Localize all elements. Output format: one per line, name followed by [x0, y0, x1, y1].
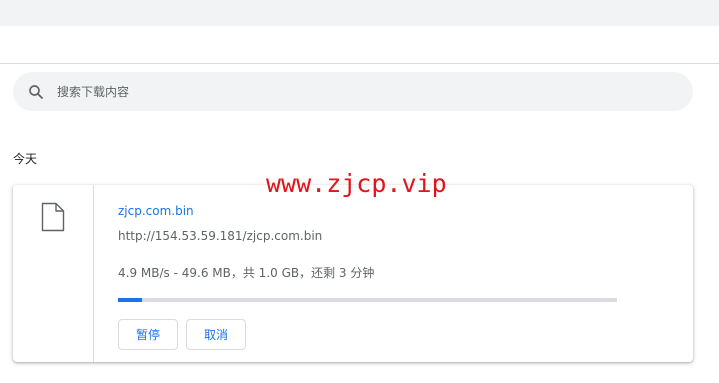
download-file-name-link[interactable]: zjcp.com.bin [118, 204, 194, 218]
download-progress-fill [118, 298, 142, 302]
pause-button[interactable]: 暂停 [118, 319, 178, 350]
date-section-title: 今天 [13, 152, 38, 166]
file-icon-panel [13, 185, 94, 362]
file-icon [41, 202, 65, 232]
top-toolbar [0, 0, 719, 26]
header-divider [0, 63, 719, 64]
search-bar[interactable] [13, 72, 693, 111]
search-input[interactable] [57, 72, 677, 111]
watermark-text: www.zjcp.vip [266, 169, 447, 198]
download-status-text: 4.9 MB/s - 49.6 MB，共 1.0 GB，还剩 3 分钟 [118, 266, 375, 280]
search-icon[interactable] [27, 83, 45, 101]
cancel-button[interactable]: 取消 [186, 319, 246, 350]
download-source-url: http://154.53.59.181/zjcp.com.bin [118, 229, 323, 243]
download-progress-bar [118, 298, 617, 302]
